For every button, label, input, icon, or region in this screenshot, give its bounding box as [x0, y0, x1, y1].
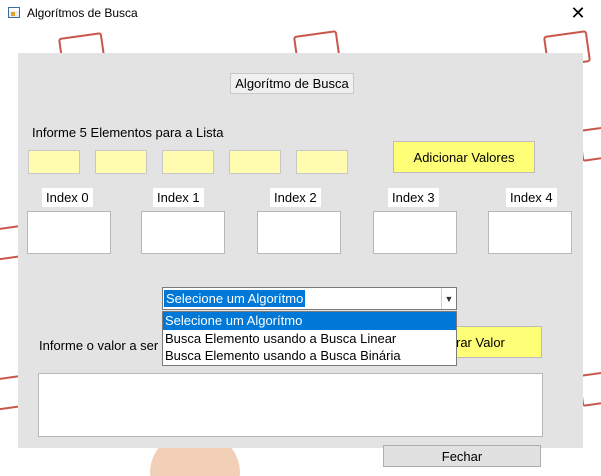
algorithm-option-binary[interactable]: Busca Elemento usando a Busca Binária [163, 347, 456, 365]
search-value-label: Informe o valor a ser [39, 338, 159, 353]
index-label-0: Index 0 [42, 188, 93, 207]
group-title: Algorítmo de Busca [230, 73, 354, 94]
index-label-2: Index 2 [270, 188, 321, 207]
index-label-1: Index 1 [153, 188, 204, 207]
title-bar: Algorítmos de Busca ✕ [0, 0, 601, 27]
algorithm-option-select[interactable]: Selecione um Algorítmo [163, 312, 456, 330]
window-icon [8, 7, 20, 18]
algorithm-dropdown-list: Selecione um Algorítmo Busca Elemento us… [162, 311, 457, 366]
chevron-down-icon[interactable]: ▼ [441, 288, 456, 309]
index-value-box-2 [257, 211, 341, 254]
index-value-box-3 [373, 211, 457, 254]
algorithm-select[interactable]: Selecione um Algorítmo ▼ [162, 287, 457, 310]
index-label-3: Index 3 [388, 188, 439, 207]
index-value-box-4 [488, 211, 572, 254]
search-value-button[interactable]: rar Valor [446, 326, 542, 358]
element-input-0[interactable] [28, 150, 80, 174]
add-values-button[interactable]: Adicionar Valores [393, 141, 535, 173]
element-input-4[interactable] [296, 150, 348, 174]
index-value-box-1 [141, 211, 225, 254]
window-title: Algorítmos de Busca [27, 6, 138, 20]
algorithm-option-linear[interactable]: Busca Elemento usando a Busca Linear [163, 330, 456, 348]
element-input-3[interactable] [229, 150, 281, 174]
index-value-box-0 [27, 211, 111, 254]
index-label-4: Index 4 [506, 188, 557, 207]
close-button[interactable]: Fechar [383, 445, 541, 467]
element-input-2[interactable] [162, 150, 214, 174]
result-textbox[interactable] [38, 373, 543, 437]
close-window-button[interactable]: ✕ [555, 0, 601, 27]
element-input-1[interactable] [95, 150, 147, 174]
list-prompt-label: Informe 5 Elementos para a Lista [32, 125, 224, 140]
algorithm-select-value: Selecione um Algorítmo [164, 290, 306, 307]
